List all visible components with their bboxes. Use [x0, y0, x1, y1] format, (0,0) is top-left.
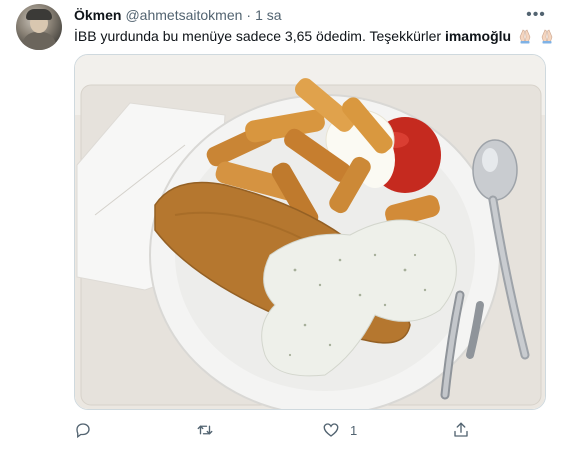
tweet-actions: 1: [74, 418, 546, 442]
avatar-cap-shape: [26, 9, 52, 20]
tweet-header: Ökmen @ahmetsaitokmen · 1 sa •••: [74, 6, 546, 24]
praying-hands-emoji-icon: [541, 29, 553, 44]
share-icon: [454, 422, 468, 437]
user-handle[interactable]: @ahmetsaitokmen: [125, 7, 242, 23]
heart-icon: [323, 423, 339, 437]
more-options-icon[interactable]: •••: [526, 6, 546, 24]
timestamp[interactable]: 1 sa: [255, 7, 281, 23]
avatar[interactable]: [16, 4, 62, 50]
tweet-text: İBB yurdunda bu menüye sadece 3,65 ödedi…: [74, 27, 553, 45]
avatar-body-shape: [22, 32, 56, 50]
tweet[interactable]: Ökmen @ahmetsaitokmen · 1 sa ••• İBB yur…: [0, 0, 562, 450]
like-count: 1: [350, 422, 358, 438]
retweet-icon: [197, 425, 213, 435]
separator-dot: ·: [246, 7, 252, 23]
praying-hands-emoji-icon: [519, 29, 531, 44]
retweet-button[interactable]: [196, 418, 224, 442]
like-button[interactable]: 1: [322, 418, 357, 442]
tweet-text-mention: imamoğlu: [444, 28, 512, 44]
share-button[interactable]: [452, 418, 480, 442]
tweet-photo[interactable]: [74, 54, 546, 410]
tweet-text-body: İBB yurdunda bu menüye sadece 3,65 ödedi…: [74, 28, 445, 44]
display-name[interactable]: Ökmen: [74, 7, 121, 23]
food-photo-illustration: [75, 55, 545, 409]
reply-icon: [76, 423, 90, 439]
reply-button[interactable]: [74, 418, 102, 442]
